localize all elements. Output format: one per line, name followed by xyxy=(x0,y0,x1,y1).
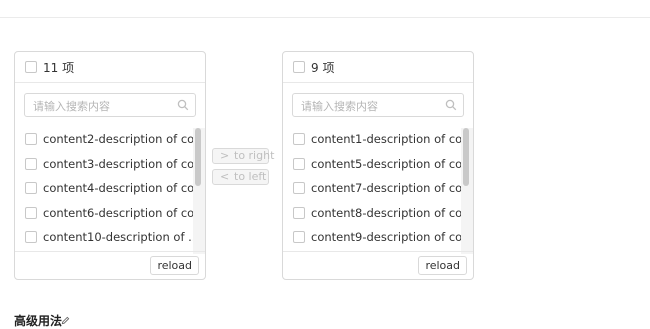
right-panel-footer: reload xyxy=(283,251,473,279)
to-right-label: to right xyxy=(234,149,275,162)
right-item-count: 9 项 xyxy=(311,61,335,75)
item-checkbox[interactable] xyxy=(25,133,37,145)
left-item-list: content2-description of co... content3-d… xyxy=(15,128,205,254)
right-scroll-thumb[interactable] xyxy=(463,128,469,186)
list-item[interactable]: content1-description of co... xyxy=(283,128,461,152)
item-label: content8-description of co... xyxy=(311,205,461,220)
right-reload-button[interactable]: reload xyxy=(418,256,467,275)
transfer-left-panel: 11 项 请输入搜索内容 content2-description of co.… xyxy=(14,51,206,280)
search-icon xyxy=(177,99,189,111)
left-panel-header: 11 项 xyxy=(15,52,205,83)
right-search-placeholder: 请输入搜索内容 xyxy=(301,100,378,113)
to-left-label: to left xyxy=(234,170,267,183)
left-item-count: 11 项 xyxy=(43,61,75,75)
list-item[interactable]: content8-description of co... xyxy=(283,202,461,226)
left-scroll-thumb[interactable] xyxy=(195,128,201,186)
right-item-list: content1-description of co... content5-d… xyxy=(283,128,473,254)
item-checkbox[interactable] xyxy=(293,157,305,170)
item-label: content3-description of co... xyxy=(43,156,193,171)
left-scrollbar[interactable] xyxy=(193,128,205,254)
item-checkbox[interactable] xyxy=(293,206,305,219)
left-search-placeholder: 请输入搜索内容 xyxy=(33,100,110,113)
to-left-button[interactable]: < to left xyxy=(212,169,269,185)
left-search-input[interactable]: 请输入搜索内容 xyxy=(24,93,196,117)
item-checkbox[interactable] xyxy=(25,231,37,243)
right-search-input[interactable]: 请输入搜索内容 xyxy=(292,93,464,117)
item-label: content5-description of co... xyxy=(311,156,461,171)
right-select-all-checkbox[interactable] xyxy=(293,61,305,73)
right-scrollbar[interactable] xyxy=(461,128,473,254)
to-right-button[interactable]: > to right xyxy=(212,148,274,164)
edit-icon[interactable] xyxy=(61,316,70,325)
item-label: content7-description of co... xyxy=(311,181,461,195)
section-title: 高级用法 xyxy=(14,314,63,328)
item-checkbox[interactable] xyxy=(25,182,37,194)
list-item[interactable]: content2-description of co... xyxy=(15,128,193,152)
transfer-right-panel: 9 项 请输入搜索内容 content1-description of co..… xyxy=(282,51,474,280)
top-divider xyxy=(0,17,650,18)
list-item[interactable]: content6-description of co... xyxy=(15,202,193,226)
item-checkbox[interactable] xyxy=(293,231,305,243)
item-label: content2-description of co... xyxy=(43,132,193,146)
list-item[interactable]: content3-description of co... xyxy=(15,153,193,177)
item-checkbox[interactable] xyxy=(25,206,37,219)
search-icon xyxy=(445,99,457,111)
chevron-left-icon: < xyxy=(220,170,230,183)
item-label: content1-description of co... xyxy=(311,132,461,146)
list-item[interactable]: content4-description of co... xyxy=(15,177,193,201)
list-item[interactable]: content9-description of co... xyxy=(283,226,461,250)
left-panel-footer: reload xyxy=(15,251,205,279)
list-item[interactable]: content5-description of co... xyxy=(283,153,461,177)
chevron-right-icon: > xyxy=(220,149,230,162)
item-label: content6-description of co... xyxy=(43,205,193,220)
item-label: content10-description of ... xyxy=(43,230,193,244)
list-item[interactable]: content10-description of ... xyxy=(15,226,193,250)
list-item[interactable]: content7-description of co... xyxy=(283,177,461,201)
left-select-all-checkbox[interactable] xyxy=(25,61,37,73)
item-label: content4-description of co... xyxy=(43,181,193,195)
item-checkbox[interactable] xyxy=(293,133,305,145)
left-reload-button[interactable]: reload xyxy=(150,256,199,275)
item-label: content9-description of co... xyxy=(311,230,461,244)
item-checkbox[interactable] xyxy=(293,182,305,194)
item-checkbox[interactable] xyxy=(25,157,37,170)
right-panel-header: 9 项 xyxy=(283,52,473,83)
